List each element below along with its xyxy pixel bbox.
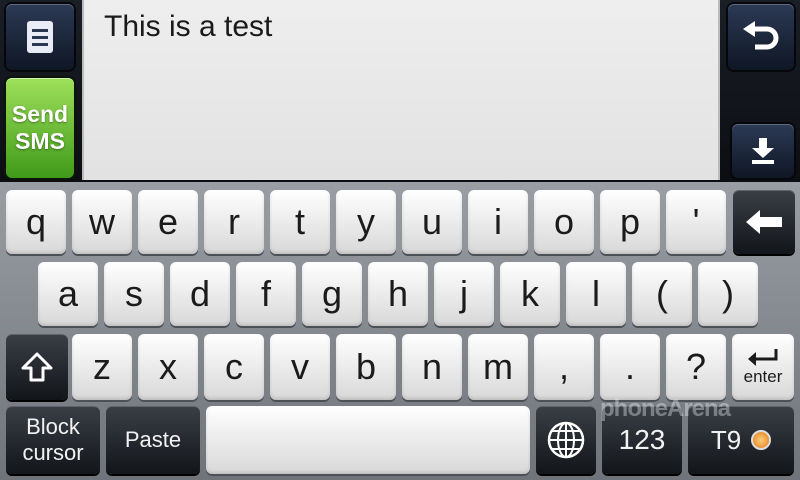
key-h[interactable]: h [368,262,428,326]
key-f[interactable]: f [236,262,296,326]
key-l[interactable]: l [566,262,626,326]
t9-status-dot-icon [751,430,772,450]
shift-arrow-icon [21,352,53,382]
key-g[interactable]: g [302,262,362,326]
key-e[interactable]: e [138,190,198,254]
hide-keyboard-button[interactable] [732,124,794,178]
key-z[interactable]: z [72,334,132,400]
key-u[interactable]: u [402,190,462,254]
paste-key[interactable]: Paste [106,406,200,474]
enter-key[interactable]: enter [732,334,794,400]
t9-key[interactable]: T9 [688,406,794,474]
key-a[interactable]: a [38,262,98,326]
back-button[interactable] [728,4,794,70]
shift-key[interactable] [6,334,68,400]
key-question[interactable]: ? [666,334,726,400]
globe-icon [547,421,585,459]
undo-arrow-icon [743,21,779,50]
key-o[interactable]: o [534,190,594,254]
menu-button[interactable] [6,4,74,70]
space-key[interactable] [206,406,530,474]
paste-key-label: Paste [124,427,182,452]
key-r[interactable]: r [204,190,264,254]
key-x[interactable]: x [138,334,198,400]
key-n[interactable]: n [402,334,462,400]
key-w[interactable]: w [72,190,132,254]
backspace-key[interactable] [733,190,795,254]
key-m[interactable]: m [468,334,528,400]
key-comma[interactable]: , [534,334,594,400]
key-y[interactable]: y [336,190,396,254]
key-p[interactable]: p [600,190,660,254]
block-cursor-label-line2: cursor [22,440,84,465]
language-key[interactable] [536,406,596,474]
menu-icon [27,21,53,53]
key-k[interactable]: k [500,262,560,326]
key-c[interactable]: c [204,334,264,400]
send-sms-label-line2: SMS [15,128,65,154]
t9-key-label: T9 [710,424,742,455]
key-b[interactable]: b [336,334,396,400]
enter-key-label: enter [743,367,783,386]
numbers-key[interactable]: 123 [602,406,682,474]
key-t[interactable]: t [270,190,330,254]
message-text-field[interactable]: This is a test [82,0,720,180]
message-text: This is a test [104,10,273,43]
block-cursor-label-line1: Block [26,414,80,439]
block-cursor-key[interactable]: Block cursor [6,406,100,474]
key-j[interactable]: j [434,262,494,326]
key-apostrophe[interactable]: ' [666,190,726,254]
send-sms-label-line1: Send [11,101,69,127]
key-right-paren[interactable]: ) [698,262,758,326]
key-i[interactable]: i [468,190,528,254]
backspace-arrow-icon [746,210,782,234]
numbers-key-label: 123 [618,424,666,455]
download-arrow-icon [752,138,774,164]
enter-arrow-icon [748,349,778,366]
key-v[interactable]: v [270,334,330,400]
key-d[interactable]: d [170,262,230,326]
key-q[interactable]: q [6,190,66,254]
key-s[interactable]: s [104,262,164,326]
send-sms-button[interactable]: Send SMS [6,78,74,178]
key-period[interactable]: . [600,334,660,400]
key-left-paren[interactable]: ( [632,262,692,326]
